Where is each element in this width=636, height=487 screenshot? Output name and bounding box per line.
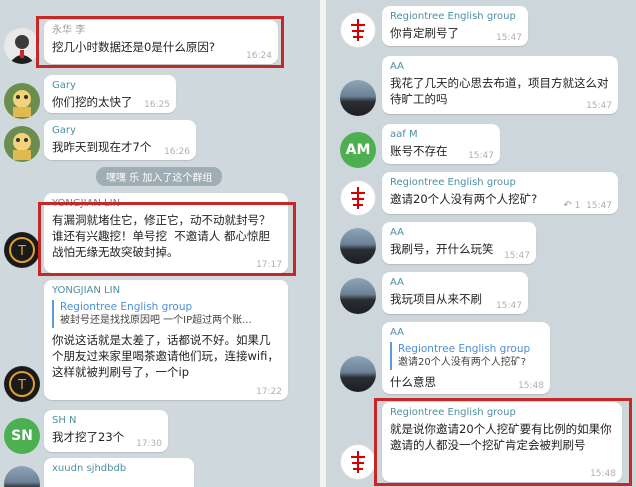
message-bubble[interactable]: AA 我玩项目从来不刷 15:47 (382, 272, 528, 314)
sender-name: AA (390, 327, 404, 338)
sender-name: Regiontree English group (390, 11, 516, 22)
sender-name: YONGJIAN LIN (52, 198, 121, 209)
group-logo-icon (342, 446, 374, 478)
sender-name: xuudn sjhdbdb (52, 463, 127, 474)
message-meta: ↶ 1 15:47 (563, 200, 612, 211)
message-time: 15:48 (590, 469, 616, 479)
brand-logo-icon: T (5, 233, 39, 267)
message-time: 15:47 (504, 251, 530, 261)
message-text: 有漏洞就堵住它，修正它，动不动就封号？谁还有兴趣挖！单号挖 不邀请人 都心惊胆战… (52, 213, 271, 259)
system-notice: 嘿嘿 乐 加入了这个群组 (96, 167, 223, 186)
sender-name: Regiontree English group (390, 407, 516, 418)
message-bubble[interactable]: aaf M 账号不存在 15:47 (382, 124, 500, 164)
avatar[interactable]: T (4, 366, 40, 402)
message-time: 16:25 (144, 100, 170, 110)
avatar[interactable] (340, 278, 376, 314)
message-bubble[interactable]: Regiontree English group 你肯定刷号了 15:47 (382, 6, 528, 46)
quote-sender: Regiontree English group (398, 343, 531, 355)
sender-name: YONGJIAN LIN (52, 285, 121, 296)
message-text: 挖几小时数据还是0是什么原因? (52, 40, 215, 54)
group-logo-icon (342, 14, 374, 46)
quote-sender: Regiontree English group (60, 301, 193, 313)
avatar[interactable] (340, 12, 376, 48)
message-text: 我花了几天的心思去布道，项目方就这么对待旷工的吗 (390, 76, 609, 106)
message-time: 17:17 (256, 260, 282, 270)
person-avatar-icon (9, 35, 35, 64)
character-avatar-icon (13, 90, 31, 117)
avatar[interactable] (340, 80, 376, 116)
reply-quote[interactable]: Regiontree English group 被封号还是找找原因吧 一个IP… (52, 300, 280, 328)
quote-text: 被封号还是找找原因吧 一个IP超过两个账... (60, 315, 252, 326)
message-time: 15:48 (518, 381, 544, 391)
reply-count: 1 (574, 201, 581, 211)
message-time: 15:47 (586, 101, 612, 111)
message-time: 16:26 (164, 147, 190, 157)
sender-name: Regiontree English group (390, 177, 516, 188)
message-time: 15:47 (496, 301, 522, 311)
message-bubble[interactable]: Regiontree English group 邀请20个人没有两个人挖矿? … (382, 172, 618, 214)
avatar[interactable] (340, 444, 376, 480)
message-bubble[interactable]: xuudn sjhdbdb (44, 458, 194, 487)
sender-name: Gary (52, 125, 76, 136)
message-time: 15:47 (468, 151, 494, 161)
avatar[interactable] (340, 180, 376, 216)
message-bubble[interactable]: YONGJIAN LIN Regiontree English group 被封… (44, 280, 288, 400)
message-bubble[interactable]: 永华 李 挖几小时数据还是0是什么原因? 16:24 (44, 20, 278, 64)
message-time: 17:22 (256, 387, 282, 397)
message-bubble[interactable]: Gary 我昨天到现在才7个 16:26 (44, 120, 196, 160)
sender-name: AA (390, 277, 404, 288)
message-bubble[interactable]: AA 我花了几天的心思去布道，项目方就这么对待旷工的吗 15:47 (382, 56, 618, 114)
message-bubble[interactable]: YONGJIAN LIN 有漏洞就堵住它，修正它，动不动就封号？谁还有兴趣挖！单… (44, 193, 288, 273)
svg-text:T: T (17, 378, 26, 393)
avatar[interactable] (4, 126, 40, 162)
message-bubble[interactable]: SH N 我才挖了23个 17:30 (44, 410, 168, 452)
message-bubble[interactable]: AA 我刷号，开什么玩笑 15:47 (382, 222, 536, 264)
sender-name: AA (390, 227, 404, 238)
avatar[interactable] (340, 228, 376, 264)
message-text: 就是说你邀请20个人挖矿要有比例的如果你邀请的人都没一个挖矿肯定会被判刷号 (390, 422, 612, 452)
brand-logo-icon: T (5, 367, 39, 401)
avatar[interactable] (340, 356, 376, 392)
reply-arrow-icon[interactable]: ↶ (563, 200, 571, 211)
reply-quote[interactable]: Regiontree English group 邀请20个人没有两个人挖矿? (390, 342, 542, 370)
sender-name: SH N (52, 415, 77, 426)
avatar[interactable] (4, 466, 40, 487)
message-time: 17:30 (136, 439, 162, 449)
sender-name: AA (390, 61, 404, 72)
message-bubble[interactable]: AA Regiontree English group 邀请20个人没有两个人挖… (382, 322, 550, 394)
avatar[interactable]: SN (4, 418, 40, 454)
message-time: 15:47 (496, 33, 522, 43)
character-avatar-icon (13, 133, 31, 160)
message-bubble[interactable]: Regiontree English group 就是说你邀请20个人挖矿要有比… (382, 402, 622, 482)
group-logo-icon (342, 182, 374, 214)
sender-name: aaf M (390, 129, 418, 140)
chat-pane-right: Regiontree English group 你肯定刷号了 15:47 AA… (326, 0, 636, 487)
sender-name: Gary (52, 80, 76, 91)
svg-text:T: T (17, 244, 26, 259)
avatar[interactable] (4, 83, 40, 119)
message-bubble[interactable]: Gary 你们挖的太快了 16:25 (44, 75, 176, 113)
message-text: 你说这话就是太差了，话都说不好。如果几个朋友过来家里喝茶邀请他们玩，连接wifi… (52, 333, 279, 379)
chat-pane-left: 永华 李 挖几小时数据还是0是什么原因? 16:24 Gary 你们挖的太快了 … (0, 0, 320, 487)
message-time: 16:24 (246, 51, 272, 61)
sender-name: 永华 李 (52, 25, 86, 36)
avatar[interactable]: AM (340, 132, 376, 168)
message-time: 15:47 (586, 201, 612, 211)
quote-text: 邀请20个人没有两个人挖矿? (398, 357, 527, 368)
avatar[interactable]: T (4, 232, 40, 268)
avatar[interactable] (4, 28, 40, 64)
